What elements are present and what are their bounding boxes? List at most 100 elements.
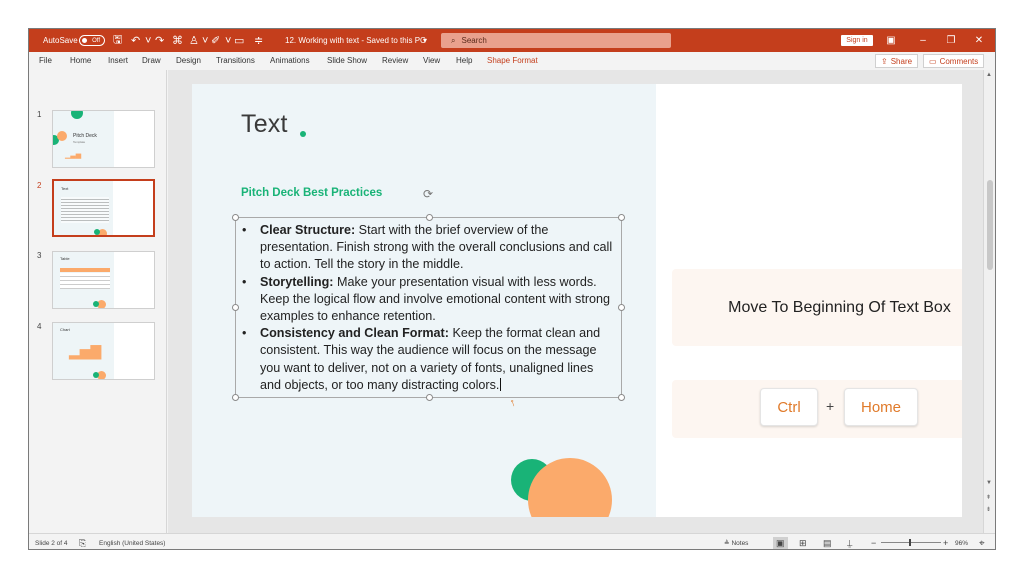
minimize-icon[interactable]: – (913, 29, 933, 52)
bullet-heading: Consistency and Clean Format: (260, 326, 449, 341)
resize-handle[interactable] (232, 214, 239, 221)
redo-icon[interactable]: ↷ (155, 29, 164, 52)
vertical-scrollbar[interactable]: ▲ ▼ ⇞ ⇟ (983, 70, 995, 533)
resize-handle[interactable] (618, 394, 625, 401)
text-caret (500, 377, 502, 391)
normal-view-icon[interactable]: ▣ (773, 537, 788, 549)
zoom-slider-knob[interactable] (909, 539, 911, 546)
search-placeholder: Search (461, 36, 487, 45)
chart-icon: ▂▅▇ (69, 343, 102, 359)
notes-button[interactable]: ≜ Notes (724, 534, 748, 549)
accessibility-icon[interactable]: ⎘ (79, 534, 86, 549)
tab-transitions[interactable]: Transitions (216, 56, 255, 65)
tab-design[interactable]: Design (176, 56, 201, 65)
thumbnail-title: Pitch Deck (73, 133, 97, 139)
slide-icon[interactable]: ▭ (234, 29, 244, 52)
scroll-up-icon[interactable]: ▲ (986, 72, 992, 78)
save-icon[interactable]: 🖫 (113, 29, 122, 52)
title-bar: AutoSave Off 🖫 ↶ ˅ ↷ ⌘ ♙ ˅ ✐ ˅ ▭ ≑ 12. W… (29, 29, 995, 52)
pen-icon[interactable]: ✐ (211, 29, 220, 52)
slide-title[interactable]: Text (241, 110, 288, 139)
tab-help[interactable]: Help (456, 56, 472, 65)
ribbon-display-icon[interactable]: ▣ (881, 29, 901, 52)
slide-sorter-icon[interactable]: ⊞ (799, 534, 807, 549)
slide-thumbnail-3[interactable]: Table (52, 251, 155, 309)
scroll-down-icon[interactable]: ▼ (986, 480, 992, 486)
tab-slide-show[interactable]: Slide Show (327, 56, 367, 65)
shape-icon[interactable]: ⌘ (172, 29, 183, 52)
resize-handle[interactable] (232, 394, 239, 401)
shortcut-caption: Move To Beginning Of Text Box (728, 298, 951, 316)
resize-handle[interactable] (426, 394, 433, 401)
tab-draw[interactable]: Draw (142, 56, 161, 65)
comment-icon: ▭ (929, 56, 937, 66)
tab-view[interactable]: View (423, 56, 440, 65)
reading-view-icon[interactable]: ▤ (823, 534, 832, 549)
shortcut-keys-card: Ctrl + Home (672, 380, 962, 438)
search-input[interactable]: ⌕ Search (441, 33, 671, 48)
slide-thumbnail-4[interactable]: Chart ▂▅▇ (52, 322, 155, 380)
chart-icon: ▁▃▅ (65, 152, 82, 159)
chevron-down-icon[interactable]: ▾ (423, 29, 427, 52)
dropdown-icon[interactable]: ˅ (145, 29, 151, 52)
selected-text-box[interactable]: Clear Structure: Start with the brief ov… (232, 214, 625, 401)
thumbnail-title: Table (60, 256, 70, 261)
scrollbar-thumb[interactable] (987, 180, 993, 270)
thumbnail-number: 1 (37, 110, 42, 119)
tab-shape-format[interactable]: Shape Format (487, 56, 538, 65)
rotate-handle-icon[interactable]: ⟳ (421, 187, 435, 201)
tab-file[interactable]: File (39, 56, 52, 65)
tab-home[interactable]: Home (70, 56, 91, 65)
slide-thumbnail-1[interactable]: Pitch Deck Template ▁▃▅ (52, 110, 155, 168)
zoom-out-icon[interactable]: − (871, 534, 876, 549)
zoom-in-icon[interactable]: + (943, 534, 948, 549)
decor-dot (93, 372, 99, 378)
next-slide-icon[interactable]: ⇟ (986, 506, 991, 513)
notes-icon: ≜ (724, 540, 730, 547)
decor-dot (93, 301, 99, 307)
share-button[interactable]: ⇪ Share (875, 54, 919, 68)
thumbnail-title: Chart (60, 327, 70, 332)
language-indicator[interactable]: English (United States) (99, 534, 165, 549)
comments-label: Comments (939, 56, 979, 66)
slide-thumbnail-2[interactable]: Text (52, 179, 155, 237)
dropdown-icon[interactable]: ˅ (202, 29, 208, 52)
autosave-toggle[interactable]: Off (79, 35, 105, 46)
thumbnail-subtitle: Template (73, 140, 86, 144)
thumbnail-number: 4 (37, 322, 42, 331)
sign-in-button[interactable]: Sign in (841, 35, 873, 46)
share-label: Share (890, 56, 913, 66)
share-icon: ⇪ (881, 56, 888, 66)
autosave-label: AutoSave (43, 36, 78, 45)
customize-toolbar-icon[interactable]: ≑ (254, 29, 263, 52)
format-painter-icon[interactable]: ♙ (189, 29, 199, 52)
tab-animations[interactable]: Animations (270, 56, 310, 65)
shortcut-caption-card: Move To Beginning Of Text Box (672, 269, 962, 346)
undo-icon[interactable]: ↶ (131, 29, 140, 52)
zoom-level[interactable]: 96% (955, 534, 968, 549)
comments-button[interactable]: ▭ Comments (923, 54, 985, 68)
slideshow-icon[interactable]: ⍊ (847, 534, 852, 549)
slide-counter: Slide 2 of 4 (35, 539, 68, 547)
slide-subtitle[interactable]: Pitch Deck Best Practices (241, 187, 382, 199)
close-icon[interactable]: ✕ (969, 29, 989, 52)
slide-canvas[interactable]: Text Pitch Deck Best Practices ⟳ Clear S… (192, 84, 962, 517)
tab-review[interactable]: Review (382, 56, 408, 65)
previous-slide-icon[interactable]: ⇞ (986, 494, 991, 501)
tab-insert[interactable]: Insert (108, 56, 128, 65)
document-title[interactable]: 12. Working with text - Saved to this PC (285, 29, 426, 52)
plus-sign: + (826, 398, 835, 414)
title-dot (300, 131, 306, 137)
slide-thumbnail-pane: 1 Pitch Deck Template ▁▃▅ 2 Text 3 Table (29, 70, 167, 533)
key-home: Home (844, 388, 918, 426)
bullet-heading: Storytelling: (260, 274, 334, 289)
dropdown-icon[interactable]: ˅ (225, 29, 231, 52)
resize-handle[interactable] (426, 214, 433, 221)
resize-handle[interactable] (618, 214, 625, 221)
fit-to-window-icon[interactable]: ⌖ (979, 534, 985, 549)
bullet-list[interactable]: Clear Structure: Start with the brief ov… (236, 222, 623, 394)
thumbnail-number: 2 (37, 181, 42, 190)
zoom-slider[interactable] (881, 542, 941, 543)
restore-icon[interactable]: ❐ (941, 29, 961, 52)
list-item: Clear Structure: Start with the brief ov… (236, 222, 623, 274)
